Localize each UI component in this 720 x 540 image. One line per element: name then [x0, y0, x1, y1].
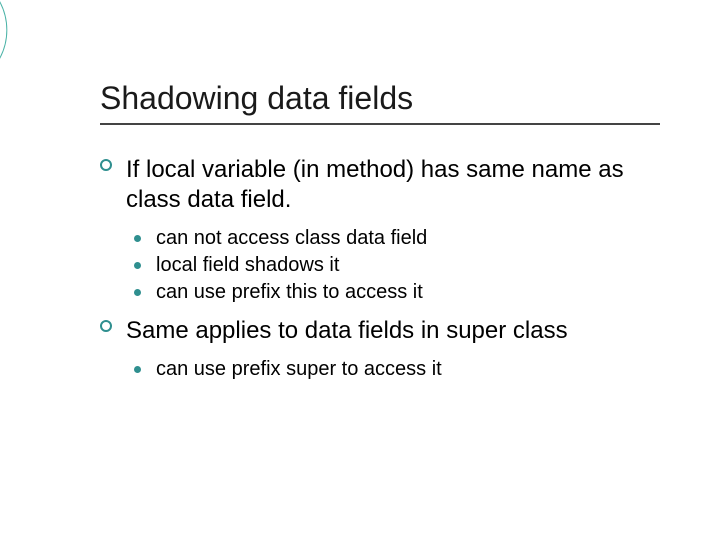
dot-icon — [134, 366, 141, 373]
dot-icon — [134, 235, 141, 242]
bullet-text: local field shadows it — [156, 254, 339, 276]
dot-icon — [134, 262, 141, 269]
bullet-level1: Same applies to data fields in super cla… — [100, 316, 660, 346]
bullet-text: If local variable (in method) has same n… — [126, 156, 624, 213]
bullet-level2: can use prefix super to access it — [100, 356, 660, 383]
decorative-arc — [0, 0, 80, 90]
hollow-circle-icon — [100, 320, 112, 332]
title-rule — [100, 123, 660, 125]
bullet-text: Same applies to data fields in super cla… — [126, 317, 568, 344]
sub-list: can not access class data field local fi… — [100, 225, 660, 306]
bullet-level2: local field shadows it — [100, 252, 660, 279]
bullet-level1: If local variable (in method) has same n… — [100, 155, 660, 215]
hollow-circle-icon — [100, 159, 112, 171]
slide-title: Shadowing data fields — [100, 80, 660, 117]
bullet-text: can use prefix this to access it — [156, 281, 423, 303]
bullet-text: can not access class data field — [156, 227, 427, 249]
bullet-level2: can not access class data field — [100, 225, 660, 252]
bullet-level2: can use prefix this to access it — [100, 279, 660, 306]
bullet-text: can use prefix super to access it — [156, 358, 442, 380]
dot-icon — [134, 289, 141, 296]
slide-content: Shadowing data fields If local variable … — [100, 80, 660, 393]
sub-list: can use prefix super to access it — [100, 356, 660, 383]
